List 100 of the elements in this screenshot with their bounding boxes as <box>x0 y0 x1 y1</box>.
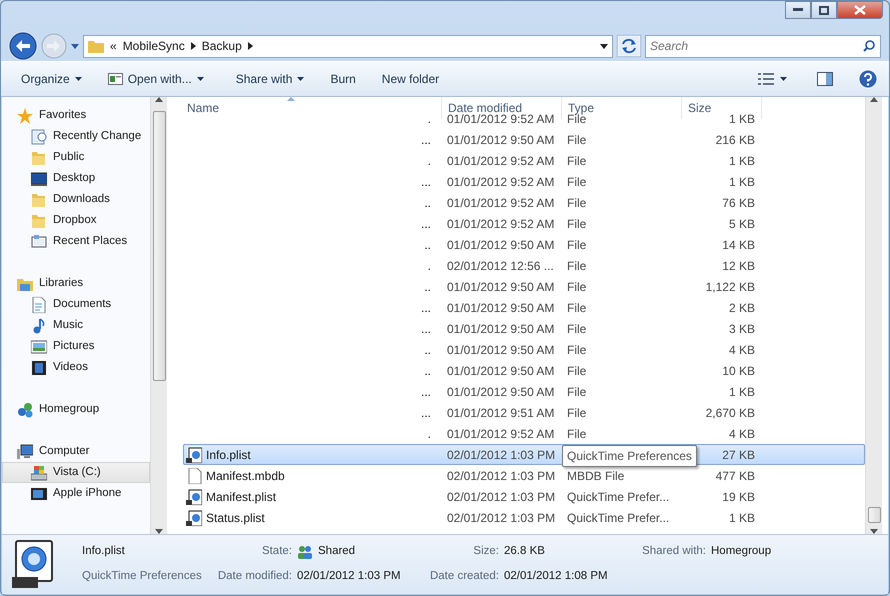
minimize-button[interactable] <box>785 1 811 19</box>
overflow-chevron[interactable]: « <box>110 37 117 55</box>
size-cell: 4 KB <box>728 426 755 440</box>
type-cell: File <box>567 174 586 188</box>
document-icon <box>31 296 47 312</box>
phone-icon <box>31 486 47 502</box>
name-cell-text: ... <box>420 384 431 400</box>
size-cell: 10 KB <box>722 364 755 378</box>
date-cell: 01/01/2012 9:50 AM <box>447 132 554 146</box>
sidebar-item[interactable]: Public <box>2 147 150 168</box>
size-cell: 14 KB <box>722 238 755 252</box>
caret-icon[interactable] <box>780 77 787 81</box>
sidebar-item[interactable]: Recent Places <box>2 231 150 252</box>
date-cell: 01/01/2012 9:50 AM <box>447 322 554 336</box>
sidebar-item[interactable]: Pictures <box>2 336 150 357</box>
size-cell: 12 KB <box>722 258 755 272</box>
search-field[interactable]: Search <box>645 34 881 58</box>
type-cell: QuickTime Prefer... <box>567 490 670 504</box>
type-cell: File <box>567 238 586 252</box>
size-cell: 477 KB <box>716 468 755 482</box>
view-options-icon[interactable] <box>758 73 774 85</box>
search-icon <box>863 40 875 52</box>
date-cell: 01/01/2012 9:51 AM <box>447 406 554 420</box>
date-cell: 01/01/2012 9:50 AM <box>447 238 554 252</box>
date-cell: 01/01/2012 9:50 AM <box>447 364 554 378</box>
type-cell: File <box>567 342 586 356</box>
videos-icon <box>31 360 47 376</box>
close-button[interactable] <box>837 1 883 19</box>
field-value: Homegroup <box>711 544 772 559</box>
music-icon <box>31 318 47 334</box>
date-cell: 02/01/2012 1:03 PM <box>447 468 556 482</box>
address-field[interactable]: « MobileSync Backup <box>83 34 613 58</box>
date-cell: 01/01/2012 9:50 AM <box>447 384 554 398</box>
help-icon[interactable] <box>859 70 877 88</box>
size-cell: 216 KB <box>716 132 755 146</box>
date-cell: 01/01/2012 9:52 AM <box>447 426 554 440</box>
caret-icon <box>196 77 204 81</box>
scrollbar-thumb[interactable] <box>868 507 880 523</box>
toolbar-button[interactable]: Open with... <box>100 67 212 91</box>
sidebar-item[interactable]: Documents <box>2 294 150 315</box>
field-label: Shared with: <box>642 544 707 559</box>
name-cell-text: ... <box>420 300 431 316</box>
sidebar-item[interactable]: Downloads <box>2 189 150 210</box>
field-label: Size: <box>473 544 500 559</box>
caret-icon <box>74 77 82 81</box>
date-cell: 01/01/2012 9:50 AM <box>447 342 554 356</box>
size-cell: 3 KB <box>728 322 755 336</box>
sidebar-item[interactable]: Computer <box>2 441 150 462</box>
sidebar-item[interactable]: Favorites <box>2 105 150 126</box>
back-button[interactable] <box>9 32 37 60</box>
date-cell: 01/01/2012 9:50 AM <box>447 300 554 314</box>
toolbar-button[interactable]: Burn <box>322 67 364 91</box>
preview-pane-icon[interactable] <box>817 72 833 86</box>
size-cell: 76 KB <box>722 196 755 210</box>
sidebar-item[interactable]: Dropbox <box>2 210 150 231</box>
recent-pages-caret-icon[interactable] <box>71 44 79 48</box>
preferences-file-icon <box>186 510 202 526</box>
name-cell-text: Status.plist <box>206 510 265 526</box>
toolbar-button[interactable]: New folder <box>374 67 448 91</box>
name-cell-text: ... <box>420 216 431 232</box>
size-cell: 1 KB <box>728 384 755 398</box>
date-cell: 02/01/2012 1:03 PM <box>447 448 556 462</box>
size-cell: 1 KB <box>728 154 755 168</box>
scrollbar-thumb[interactable] <box>152 111 166 381</box>
dropdown-caret-icon[interactable] <box>600 44 608 48</box>
sidebar-item[interactable]: Vista (C:) <box>2 462 150 483</box>
sidebar-item[interactable]: Videos <box>2 357 150 378</box>
sidebar-item[interactable]: Recently Change <box>2 126 150 147</box>
sidebar-item[interactable]: Music <box>2 315 150 336</box>
sidebar-item[interactable]: Desktop <box>2 168 150 189</box>
name-cell-text: ... <box>420 404 431 422</box>
refresh-button[interactable] <box>617 35 641 57</box>
type-cell: File <box>567 154 586 168</box>
name-cell-text: ... <box>420 132 431 148</box>
file-name: Info.plist <box>82 544 126 559</box>
file-icon <box>186 468 202 484</box>
sidebar-item[interactable]: Apple iPhone <box>2 483 150 504</box>
type-cell: File <box>567 280 586 294</box>
date-cell: 01/01/2012 9:52 AM <box>447 174 554 188</box>
chevron-icon[interactable] <box>190 42 196 50</box>
sidebar-item[interactable]: Homegroup <box>2 399 150 420</box>
chevron-icon[interactable] <box>248 42 253 50</box>
name-cell-text: .. <box>424 342 431 358</box>
pictures-icon <box>31 338 47 354</box>
name-cell-text: .. <box>424 194 431 212</box>
people-icon <box>297 544 313 558</box>
folder-icon <box>88 39 104 53</box>
file-type: QuickTime Preferences <box>82 568 203 584</box>
toolbar-button[interactable]: Organize <box>13 67 90 91</box>
type-cell: File <box>567 258 586 272</box>
drive-icon <box>31 464 47 480</box>
name-cell-text: ... <box>420 320 431 338</box>
type-cell: File <box>567 322 586 336</box>
breadcrumb-item[interactable]: Backup <box>202 37 242 55</box>
toolbar-button[interactable]: Share with <box>228 67 312 91</box>
computer-icon <box>17 444 33 460</box>
maximize-button[interactable] <box>811 1 837 19</box>
type-cell: File <box>567 406 586 420</box>
sidebar-item[interactable]: Libraries <box>2 273 150 294</box>
breadcrumb-item[interactable]: MobileSync <box>122 37 185 55</box>
